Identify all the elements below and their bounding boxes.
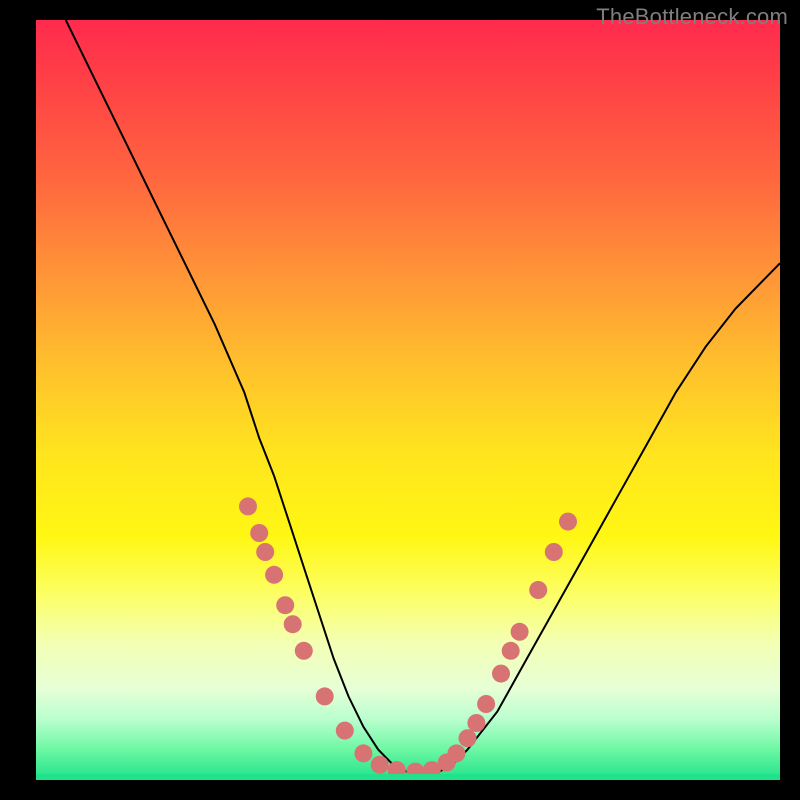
curve-marker (250, 524, 268, 542)
curve-marker (316, 687, 334, 705)
curve-marker (295, 642, 313, 660)
curve-marker (284, 615, 302, 633)
curve-markers (239, 497, 577, 780)
curve-marker (336, 722, 354, 740)
curve-marker (256, 543, 274, 561)
curve-marker (371, 756, 389, 774)
curve-marker (265, 566, 283, 584)
curve-marker (354, 744, 372, 762)
curve-marker (502, 642, 520, 660)
curve-marker (529, 581, 547, 599)
curve-marker (511, 623, 529, 641)
curve-marker (447, 744, 465, 762)
bottleneck-curve (66, 20, 780, 772)
curve-marker (239, 497, 257, 515)
chart-svg (36, 20, 780, 780)
chart-plot-area (36, 20, 780, 780)
curve-marker (477, 695, 495, 713)
watermark-text: TheBottleneck.com (596, 4, 788, 30)
curve-marker (276, 596, 294, 614)
curve-marker (492, 665, 510, 683)
chart-frame: TheBottleneck.com (0, 0, 800, 800)
curve-marker (459, 729, 477, 747)
curve-marker (559, 513, 577, 531)
curve-marker (467, 714, 485, 732)
curve-marker (545, 543, 563, 561)
